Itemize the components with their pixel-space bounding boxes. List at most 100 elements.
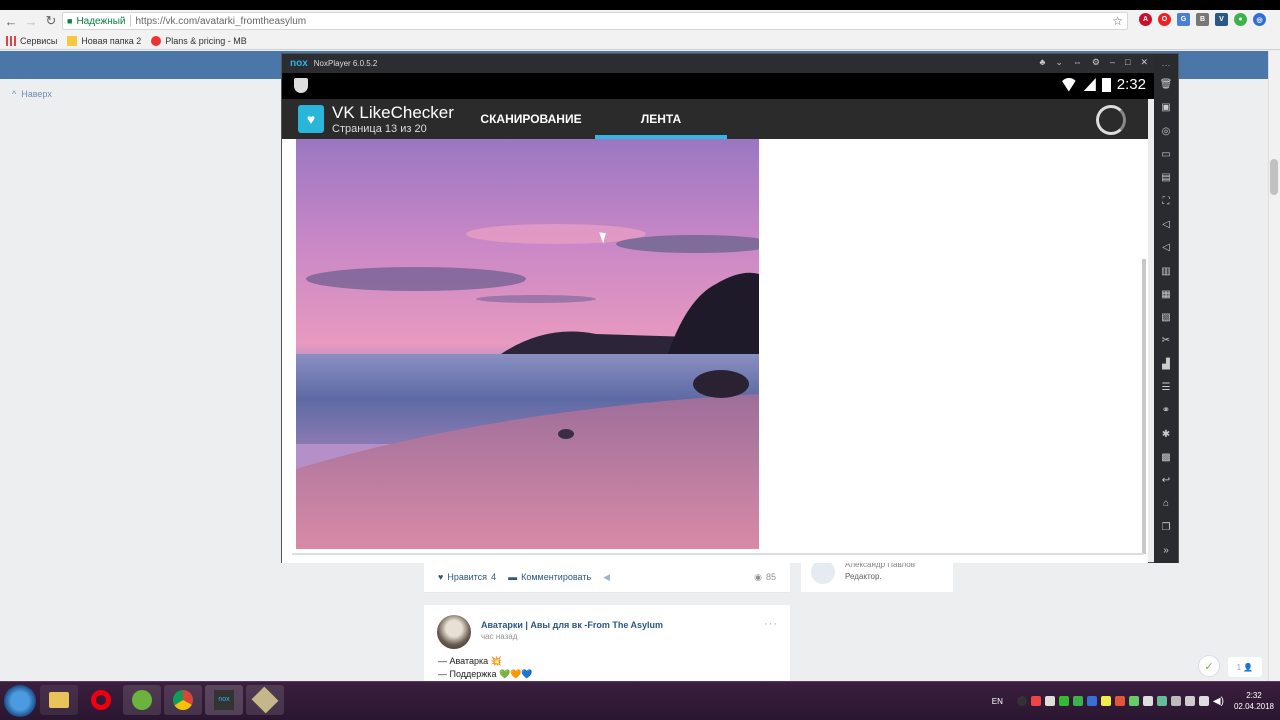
page-indicator: Страница 13 из 20 xyxy=(332,123,427,135)
multi-instance-icon[interactable]: ▦ xyxy=(1154,283,1178,306)
tray-app-icon[interactable] xyxy=(1086,696,1097,706)
post-author[interactable]: Аватарки | Авы для вк -From The Asylum xyxy=(481,620,663,630)
loading-icon[interactable]: ✱ xyxy=(1154,422,1178,445)
page-scrollbar[interactable] xyxy=(1268,51,1280,681)
extension-icon[interactable]: B xyxy=(1196,13,1209,26)
back-icon[interactable]: ↩ xyxy=(1154,469,1178,492)
volume-down-icon[interactable]: ◁ xyxy=(1154,236,1178,259)
tray-app-icon[interactable] xyxy=(1184,696,1195,706)
bookmark-plans[interactable]: Plans & pricing - MB xyxy=(151,35,247,46)
more-dots-icon[interactable]: ··· xyxy=(1154,54,1178,70)
pin-icon[interactable]: ⇔ xyxy=(1073,57,1082,68)
bookmark-folder[interactable]: Новая папка 2 xyxy=(67,35,141,46)
maximize-icon[interactable]: □ xyxy=(1125,57,1130,68)
tray-app-icon[interactable] xyxy=(1030,696,1041,706)
globe-ext-icon[interactable]: ◎ xyxy=(1253,13,1266,26)
adblock-icon[interactable]: A xyxy=(1139,13,1152,26)
nox-title-bar[interactable]: nox NoxPlayer 6.0.5.2 ♣ ⌄ ⇔ ⚙ – □ ✕ xyxy=(282,54,1154,73)
nox-icon[interactable]: nox xyxy=(205,685,243,715)
bookmark-services[interactable]: Сервисы xyxy=(6,35,58,46)
close-icon[interactable]: ✕ xyxy=(1140,57,1148,68)
online-users-button[interactable]: 1 👤 xyxy=(1228,657,1262,677)
video-icon[interactable]: ▩ xyxy=(1154,446,1178,469)
comment-button[interactable]: ▬ Комментировать xyxy=(508,572,591,582)
language-indicator[interactable]: EN xyxy=(992,697,1003,706)
green-ext-icon[interactable]: ● xyxy=(1234,13,1247,26)
clock[interactable]: 2:32 02.04.2018 xyxy=(1234,690,1274,712)
wifi-icon xyxy=(1059,77,1078,92)
scissors-icon[interactable]: ✂ xyxy=(1154,329,1178,352)
tray-app-icon[interactable] xyxy=(1072,696,1083,706)
tray-app-icon[interactable] xyxy=(1044,696,1055,706)
app-heart-shield-icon[interactable]: ♥ xyxy=(298,105,324,133)
more-options-icon[interactable]: ··· xyxy=(764,618,778,630)
macro-icon[interactable]: ▟ xyxy=(1154,353,1178,376)
like-count: 4 xyxy=(491,572,497,582)
avatar[interactable] xyxy=(437,615,471,649)
robot-icon[interactable]: ▣ xyxy=(1154,96,1178,119)
avatar[interactable] xyxy=(811,560,835,584)
gear-icon[interactable]: ⚙ xyxy=(1092,57,1100,68)
tray-app-icon[interactable] xyxy=(1016,696,1027,706)
content-scrollbar[interactable] xyxy=(1142,259,1146,554)
translate-icon[interactable]: G xyxy=(1177,13,1190,26)
volume-icon[interactable]: ◀) xyxy=(1213,696,1224,707)
app-title: VK LikeChecker xyxy=(332,103,454,122)
start-button[interactable] xyxy=(4,685,36,717)
expand-icon[interactable]: » xyxy=(1154,539,1178,562)
apps-grid-icon xyxy=(6,35,16,46)
tab-scan[interactable]: СКАНИРОВАНИЕ xyxy=(472,99,590,139)
feed-post: Аватарки | Авы для вк -From The Asylum ч… xyxy=(424,605,790,683)
beach-sunset-photo[interactable] xyxy=(296,139,759,549)
tray-app-icon[interactable] xyxy=(1114,696,1125,706)
scrollbar-thumb[interactable] xyxy=(1270,159,1278,195)
utorrent-icon[interactable] xyxy=(123,685,161,715)
tab-feed[interactable]: ЛЕНТА xyxy=(595,99,727,139)
recent-apps-icon[interactable]: ❐ xyxy=(1154,516,1178,539)
clock-time: 2:32 xyxy=(1246,691,1262,700)
tray-app-icon[interactable] xyxy=(1058,696,1069,706)
bookmark-label: Сервисы xyxy=(20,35,58,46)
trash-icon[interactable]: 🗑 xyxy=(1154,73,1178,96)
tray-app-icon[interactable] xyxy=(1142,696,1153,706)
post-time[interactable]: час назад xyxy=(481,632,517,641)
network-icon[interactable] xyxy=(1198,696,1209,706)
reload-icon[interactable]: ↻ xyxy=(42,12,60,30)
tray-app-icon[interactable] xyxy=(1170,696,1181,706)
link-icon[interactable]: ⚭ xyxy=(1154,399,1178,422)
address-bar[interactable]: ■ Надежный https://vk.com/avatarki_fromt… xyxy=(62,12,1128,30)
shield-check-icon[interactable]: ✓ xyxy=(1198,655,1220,677)
tray-app-icon[interactable] xyxy=(1100,696,1111,706)
share-button[interactable]: ◀ xyxy=(603,572,610,583)
tray-app-icon[interactable] xyxy=(1128,696,1139,706)
location-icon[interactable]: ◎ xyxy=(1154,120,1178,143)
keyboard-icon[interactable]: ▭ xyxy=(1154,143,1178,166)
like-button[interactable]: ♥ Нравится 4 xyxy=(438,572,496,582)
folder-icon xyxy=(67,35,78,46)
url-text[interactable]: https://vk.com/avatarki_fromtheasylum xyxy=(136,16,307,27)
bookmark-star-icon[interactable]: ☆ xyxy=(1112,14,1123,28)
chevron-down-icon[interactable]: ⌄ xyxy=(1055,57,1063,68)
opera-ext-icon[interactable]: O xyxy=(1158,13,1171,26)
tray-app-icon[interactable] xyxy=(1156,696,1167,706)
toolbox-icon[interactable]: ▥ xyxy=(1154,259,1178,282)
feed-content[interactable] xyxy=(282,139,1148,563)
menu-icon[interactable]: ☰ xyxy=(1154,376,1178,399)
chrome-icon[interactable] xyxy=(164,685,202,715)
fullscreen-icon[interactable]: ⛶ xyxy=(1154,189,1178,212)
vk-ext-icon[interactable]: V xyxy=(1215,13,1228,26)
back-to-top-link[interactable]: ^ Наверх xyxy=(12,89,52,99)
volume-up-icon[interactable]: ◁ xyxy=(1154,213,1178,236)
app-icon[interactable] xyxy=(246,685,284,715)
minimize-icon[interactable]: – xyxy=(1110,57,1115,68)
explorer-icon[interactable] xyxy=(40,685,78,715)
forward-arrow-icon[interactable]: → xyxy=(22,12,40,30)
bookmarks-bar: Сервисы Новая папка 2 Plans & pricing - … xyxy=(0,32,1280,50)
home-icon[interactable]: ⌂ xyxy=(1154,492,1178,515)
apk-icon[interactable]: ▤ xyxy=(1154,166,1178,189)
back-arrow-icon[interactable]: ← xyxy=(2,12,20,30)
comment-icon: ▬ xyxy=(508,572,518,582)
screenshot-icon[interactable]: ▧ xyxy=(1154,306,1178,329)
theme-icon[interactable]: ♣ xyxy=(1039,57,1045,68)
opera-icon[interactable] xyxy=(82,685,120,715)
